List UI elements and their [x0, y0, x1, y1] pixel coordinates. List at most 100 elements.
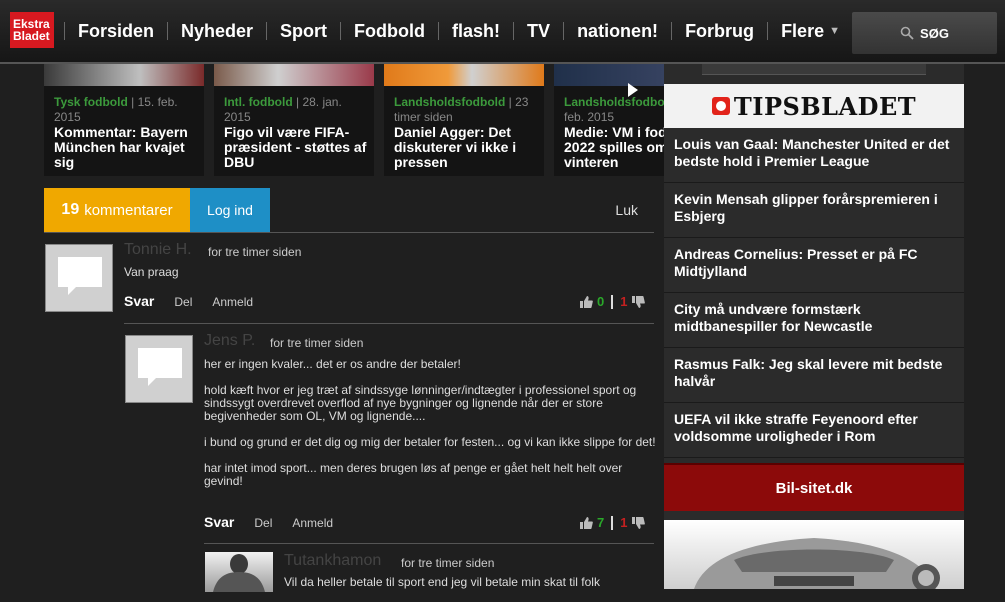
- sidebar-top-box: [702, 64, 926, 75]
- downvote-count: 1: [620, 515, 628, 530]
- car-image[interactable]: [664, 520, 964, 589]
- article-thumbnail: [44, 64, 204, 86]
- chevron-down-icon[interactable]: ▼: [829, 25, 840, 37]
- report-button[interactable]: Anmeld: [212, 295, 253, 309]
- vote-controls: 0 1: [579, 294, 646, 309]
- article-title[interactable]: Figo vil være FIFA-præsident - støttes a…: [224, 125, 370, 170]
- sidebar-news-item[interactable]: Rasmus Falk: Jeg skal levere mit bedste …: [664, 349, 964, 403]
- comment-paragraph: i bund og grund er det dig og mig der be…: [204, 435, 656, 449]
- article-category[interactable]: Tysk fodbold: [54, 95, 128, 109]
- comment-text: Van praag: [124, 266, 644, 292]
- comment-author[interactable]: Tonnie H.: [124, 241, 192, 259]
- tipsbladet-header[interactable]: TIPSBLADET: [664, 84, 964, 128]
- search-label: SØG: [920, 25, 949, 41]
- comment-actions: Svar Del Anmeld: [204, 514, 333, 530]
- speech-bubble-icon: [138, 348, 182, 386]
- comment-actions: Svar Del Anmeld: [124, 293, 253, 309]
- comment-paragraph: Van praag: [124, 265, 179, 279]
- sidebar-news-item[interactable]: Andreas Cornelius: Presset er på FC Midt…: [664, 239, 964, 293]
- user-photo: [213, 554, 265, 592]
- close-comments-button[interactable]: Luk: [615, 202, 638, 218]
- article-title[interactable]: Daniel Agger: Det diskuterer vi ikke i p…: [394, 125, 540, 170]
- avatar: [205, 552, 273, 592]
- nav-item-flere[interactable]: Flere: [768, 18, 837, 44]
- football-icon: [711, 97, 730, 115]
- comment-author[interactable]: Jens P.: [204, 332, 255, 350]
- share-button[interactable]: Del: [254, 516, 272, 530]
- sidebar: TIPSBLADET Louis van Gaal: Manchester Un…: [664, 64, 964, 589]
- sidebar-news-item[interactable]: City må undvære formstærk midtbanespille…: [664, 294, 964, 348]
- article-title[interactable]: Medie: VM i fodbold 2022 spilles om vint…: [564, 125, 664, 170]
- comments-header: 19 kommentarer Log ind Luk: [44, 188, 654, 233]
- nav-item-forbrug[interactable]: Forbrug: [672, 18, 767, 44]
- play-icon[interactable]: [628, 83, 638, 97]
- article-thumbnail: [214, 64, 374, 86]
- thumbs-down-icon[interactable]: [631, 295, 646, 309]
- comments-count: 19: [61, 201, 80, 218]
- comment-divider: [204, 543, 654, 544]
- vote-divider: [611, 294, 614, 309]
- article-card[interactable]: Intl. fodbold | 28. jan. 2015 Figo vil v…: [214, 64, 374, 176]
- article-title[interactable]: Kommentar: Bayern München har kvajet sig: [54, 125, 200, 170]
- vote-controls: 7 1: [579, 515, 646, 530]
- comment-time: for tre timer siden: [208, 245, 302, 259]
- thumbs-up-icon[interactable]: [579, 516, 593, 530]
- article-category[interactable]: Landsholdsfodbold: [394, 95, 505, 109]
- tipsbladet-logo: TIPSBLADET: [733, 91, 917, 121]
- vote-divider: [611, 515, 614, 530]
- article-meta: Landsholdsfodbold | 23 timer siden: [394, 95, 538, 125]
- nav-menu: Forsiden Nyheder Sport Fodbold flash! TV…: [64, 18, 840, 44]
- login-button[interactable]: Log ind: [190, 188, 270, 232]
- avatar: [125, 335, 193, 403]
- speech-bubble-icon: [58, 257, 102, 295]
- nav-item-nyheder[interactable]: Nyheder: [168, 18, 266, 44]
- nav-item-nationen[interactable]: nationen!: [564, 18, 671, 44]
- top-navigation: Ekstra Bladet Forsiden Nyheder Sport Fod…: [0, 0, 1005, 64]
- ekstra-bladet-logo[interactable]: Ekstra Bladet: [10, 12, 54, 48]
- nav-item-flash[interactable]: flash!: [439, 18, 513, 44]
- article-meta: Tysk fodbold | 15. feb. 2015: [54, 95, 198, 125]
- comment-paragraph: hold kæft hvor er jeg træt af sindssyge …: [204, 383, 637, 423]
- logo-line2: Bladet: [13, 29, 50, 43]
- article-carousel: Tysk fodbold | 15. feb. 2015 Kommentar: …: [44, 64, 664, 179]
- search-button[interactable]: SØG: [852, 12, 997, 54]
- comment-divider: [124, 323, 654, 324]
- sidebar-news-item[interactable]: UEFA vil ikke straffe Feyenoord efter vo…: [664, 404, 964, 458]
- article-meta: Landsholdsfodboldfeb. 2015: [564, 95, 664, 125]
- comment-text: Vil da heller betale til sport end jeg v…: [284, 576, 656, 602]
- article-card[interactable]: Landsholdsfodbold | 23 timer siden Danie…: [384, 64, 544, 176]
- nav-item-sport[interactable]: Sport: [267, 18, 340, 44]
- upvote-count: 7: [597, 515, 605, 530]
- reply-button[interactable]: Svar: [124, 293, 154, 309]
- reply-button[interactable]: Svar: [204, 514, 234, 530]
- nav-item-forsiden[interactable]: Forsiden: [65, 18, 167, 44]
- comment-time: for tre timer siden: [270, 336, 364, 350]
- comment-paragraph: har intet imod sport... men deres brugen…: [204, 461, 623, 488]
- bil-sitet-banner[interactable]: Bil-sitet.dk: [664, 463, 964, 511]
- article-category[interactable]: Intl. fodbold: [224, 95, 293, 109]
- comment-text: her er ingen kvaler... det er os andre d…: [204, 358, 656, 501]
- sidebar-news-item[interactable]: Kevin Mensah glipper forårspremieren i E…: [664, 184, 964, 238]
- article-thumbnail: [384, 64, 544, 86]
- sidebar-news-item[interactable]: Louis van Gaal: Manchester United er det…: [664, 129, 964, 183]
- article-category[interactable]: Landsholdsfodbold: [564, 95, 664, 109]
- nav-item-tv[interactable]: TV: [514, 18, 563, 44]
- article-date: feb. 2015: [564, 110, 615, 124]
- nav-item-fodbold[interactable]: Fodbold: [341, 18, 438, 44]
- thumbs-up-icon[interactable]: [579, 295, 593, 309]
- share-button[interactable]: Del: [174, 295, 192, 309]
- comment-time: for tre timer siden: [401, 556, 495, 570]
- search-icon: [900, 26, 914, 40]
- thumbs-down-icon[interactable]: [631, 516, 646, 530]
- article-card[interactable]: Tysk fodbold | 15. feb. 2015 Kommentar: …: [44, 64, 204, 176]
- comments-count-tab[interactable]: 19 kommentarer: [44, 188, 190, 232]
- comment-paragraph: her er ingen kvaler... det er os andre d…: [204, 357, 461, 371]
- article-thumbnail: [554, 64, 664, 86]
- comment-author[interactable]: Tutankhamon: [284, 552, 381, 570]
- report-button[interactable]: Anmeld: [292, 516, 333, 530]
- downvote-count: 1: [620, 294, 628, 309]
- article-card[interactable]: Landsholdsfodboldfeb. 2015 Medie: VM i f…: [554, 64, 664, 176]
- avatar: [45, 244, 113, 312]
- comment-paragraph: Vil da heller betale til sport end jeg v…: [284, 575, 600, 589]
- article-meta: Intl. fodbold | 28. jan. 2015: [224, 95, 368, 125]
